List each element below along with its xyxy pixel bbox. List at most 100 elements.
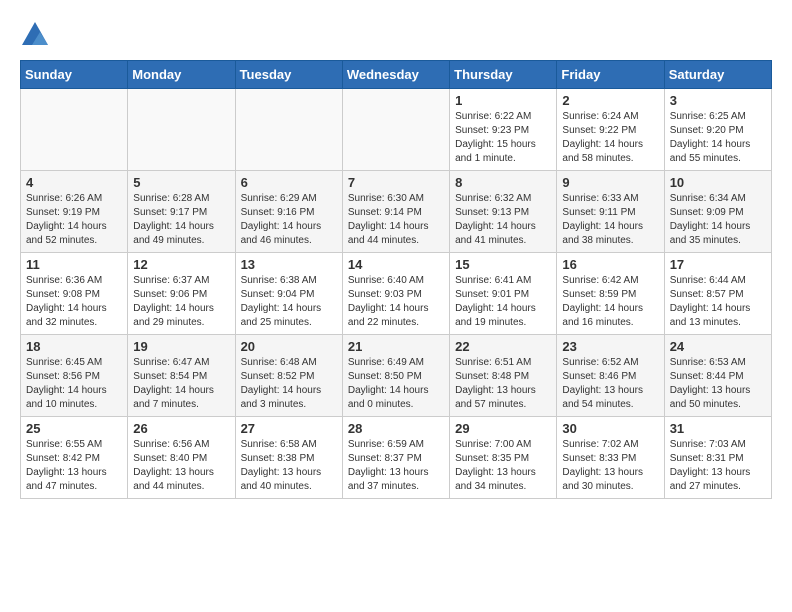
calendar-header: SundayMondayTuesdayWednesdayThursdayFrid…	[21, 61, 772, 89]
day-info: Sunrise: 6:52 AM Sunset: 8:46 PM Dayligh…	[562, 356, 658, 412]
day-number: 19	[133, 339, 229, 354]
logo-icon	[20, 20, 50, 50]
calendar-cell: 8 Sunrise: 6:32 AM Sunset: 9:13 PM Daylig…	[450, 171, 557, 253]
day-info: Sunrise: 6:37 AM Sunset: 9:06 PM Dayligh…	[133, 274, 229, 330]
day-info: Sunrise: 6:42 AM Sunset: 8:59 PM Dayligh…	[562, 274, 658, 330]
day-number: 18	[26, 339, 122, 354]
day-info: Sunrise: 6:34 AM Sunset: 9:09 PM Dayligh…	[670, 192, 766, 248]
calendar-cell: 20Sunrise: 6:48 AM Sunset: 8:52 PM Dayli…	[235, 335, 342, 417]
day-number: 27	[241, 421, 337, 436]
calendar-cell: 22 Sunrise: 6:51 AM Sunset: 8:48 PM Dayli…	[450, 335, 557, 417]
calendar-cell: 16Sunrise: 6:42 AM Sunset: 8:59 PM Dayli…	[557, 253, 664, 335]
day-info: Sunrise: 6:33 AM Sunset: 9:11 PM Dayligh…	[562, 192, 658, 248]
calendar-cell	[342, 89, 449, 171]
day-info: Sunrise: 6:51 AM Sunset: 8:48 PM Dayligh…	[455, 356, 551, 412]
weekday-header: Wednesday	[342, 61, 449, 89]
calendar-cell	[128, 89, 235, 171]
day-info: Sunrise: 7:00 AM Sunset: 8:35 PM Dayligh…	[455, 438, 551, 494]
calendar-cell	[235, 89, 342, 171]
day-info: Sunrise: 6:26 AM Sunset: 9:19 PM Dayligh…	[26, 192, 122, 248]
calendar-cell: 9 Sunrise: 6:33 AM Sunset: 9:11 PM Daylig…	[557, 171, 664, 253]
calendar-cell: 25Sunrise: 6:55 AM Sunset: 8:42 PM Dayli…	[21, 417, 128, 499]
day-number: 7	[348, 175, 444, 190]
day-info: Sunrise: 6:32 AM Sunset: 9:13 PM Dayligh…	[455, 192, 551, 248]
calendar-cell: 11 Sunrise: 6:36 AM Sunset: 9:08 PM Dayli…	[21, 253, 128, 335]
day-info: Sunrise: 6:56 AM Sunset: 8:40 PM Dayligh…	[133, 438, 229, 494]
day-number: 17	[670, 257, 766, 272]
day-number: 22	[455, 339, 551, 354]
day-number: 10	[670, 175, 766, 190]
day-info: Sunrise: 6:53 AM Sunset: 8:44 PM Dayligh…	[670, 356, 766, 412]
day-number: 15	[455, 257, 551, 272]
calendar-cell: 18 Sunrise: 6:45 AM Sunset: 8:56 PM Dayli…	[21, 335, 128, 417]
calendar-cell: 12 Sunrise: 6:37 AM Sunset: 9:06 PM Dayli…	[128, 253, 235, 335]
calendar-cell: 19 Sunrise: 6:47 AM Sunset: 8:54 PM Dayli…	[128, 335, 235, 417]
day-number: 20	[241, 339, 337, 354]
calendar-cell: 7 Sunrise: 6:30 AM Sunset: 9:14 PM Daylig…	[342, 171, 449, 253]
calendar-cell: 14 Sunrise: 6:40 AM Sunset: 9:03 PM Dayli…	[342, 253, 449, 335]
day-info: Sunrise: 6:40 AM Sunset: 9:03 PM Dayligh…	[348, 274, 444, 330]
calendar-cell: 30Sunrise: 7:02 AM Sunset: 8:33 PM Dayli…	[557, 417, 664, 499]
calendar-week-row: 11 Sunrise: 6:36 AM Sunset: 9:08 PM Dayli…	[21, 253, 772, 335]
calendar-cell: 31 Sunrise: 7:03 AM Sunset: 8:31 PM Dayli…	[664, 417, 771, 499]
day-info: Sunrise: 6:59 AM Sunset: 8:37 PM Dayligh…	[348, 438, 444, 494]
day-number: 6	[241, 175, 337, 190]
day-info: Sunrise: 6:24 AM Sunset: 9:22 PM Dayligh…	[562, 110, 658, 166]
calendar-cell: 13 Sunrise: 6:38 AM Sunset: 9:04 PM Dayli…	[235, 253, 342, 335]
day-number: 24	[670, 339, 766, 354]
day-info: Sunrise: 6:28 AM Sunset: 9:17 PM Dayligh…	[133, 192, 229, 248]
day-info: Sunrise: 6:25 AM Sunset: 9:20 PM Dayligh…	[670, 110, 766, 166]
calendar-cell: 24 Sunrise: 6:53 AM Sunset: 8:44 PM Dayli…	[664, 335, 771, 417]
weekday-header: Monday	[128, 61, 235, 89]
weekday-header: Sunday	[21, 61, 128, 89]
page-header	[20, 20, 772, 50]
day-number: 29	[455, 421, 551, 436]
calendar-cell: 1Sunrise: 6:22 AM Sunset: 9:23 PM Daylig…	[450, 89, 557, 171]
day-info: Sunrise: 6:41 AM Sunset: 9:01 PM Dayligh…	[455, 274, 551, 330]
weekday-header: Tuesday	[235, 61, 342, 89]
calendar-week-row: 1Sunrise: 6:22 AM Sunset: 9:23 PM Daylig…	[21, 89, 772, 171]
calendar-cell: 27 Sunrise: 6:58 AM Sunset: 8:38 PM Dayli…	[235, 417, 342, 499]
day-info: Sunrise: 6:38 AM Sunset: 9:04 PM Dayligh…	[241, 274, 337, 330]
calendar-cell: 5 Sunrise: 6:28 AM Sunset: 9:17 PM Daylig…	[128, 171, 235, 253]
day-info: Sunrise: 6:36 AM Sunset: 9:08 PM Dayligh…	[26, 274, 122, 330]
day-number: 26	[133, 421, 229, 436]
calendar-cell: 15 Sunrise: 6:41 AM Sunset: 9:01 PM Dayli…	[450, 253, 557, 335]
day-number: 5	[133, 175, 229, 190]
day-number: 25	[26, 421, 122, 436]
day-info: Sunrise: 6:47 AM Sunset: 8:54 PM Dayligh…	[133, 356, 229, 412]
calendar-cell: 29 Sunrise: 7:00 AM Sunset: 8:35 PM Dayli…	[450, 417, 557, 499]
day-number: 1	[455, 93, 551, 108]
calendar-cell: 3 Sunrise: 6:25 AM Sunset: 9:20 PM Daylig…	[664, 89, 771, 171]
weekday-header: Thursday	[450, 61, 557, 89]
day-number: 28	[348, 421, 444, 436]
day-info: Sunrise: 6:58 AM Sunset: 8:38 PM Dayligh…	[241, 438, 337, 494]
calendar-cell: 17 Sunrise: 6:44 AM Sunset: 8:57 PM Dayli…	[664, 253, 771, 335]
header-row: SundayMondayTuesdayWednesdayThursdayFrid…	[21, 61, 772, 89]
day-info: Sunrise: 6:44 AM Sunset: 8:57 PM Dayligh…	[670, 274, 766, 330]
calendar-cell: 21 Sunrise: 6:49 AM Sunset: 8:50 PM Dayli…	[342, 335, 449, 417]
calendar-cell	[21, 89, 128, 171]
calendar-cell: 26 Sunrise: 6:56 AM Sunset: 8:40 PM Dayli…	[128, 417, 235, 499]
day-number: 31	[670, 421, 766, 436]
day-info: Sunrise: 7:03 AM Sunset: 8:31 PM Dayligh…	[670, 438, 766, 494]
day-number: 3	[670, 93, 766, 108]
day-number: 11	[26, 257, 122, 272]
day-number: 12	[133, 257, 229, 272]
day-number: 4	[26, 175, 122, 190]
day-number: 8	[455, 175, 551, 190]
calendar-body: 1Sunrise: 6:22 AM Sunset: 9:23 PM Daylig…	[21, 89, 772, 499]
calendar-week-row: 4 Sunrise: 6:26 AM Sunset: 9:19 PM Daylig…	[21, 171, 772, 253]
day-number: 14	[348, 257, 444, 272]
calendar-cell: 28 Sunrise: 6:59 AM Sunset: 8:37 PM Dayli…	[342, 417, 449, 499]
calendar-cell: 23Sunrise: 6:52 AM Sunset: 8:46 PM Dayli…	[557, 335, 664, 417]
day-number: 13	[241, 257, 337, 272]
day-info: Sunrise: 6:30 AM Sunset: 9:14 PM Dayligh…	[348, 192, 444, 248]
day-number: 2	[562, 93, 658, 108]
calendar-table: SundayMondayTuesdayWednesdayThursdayFrid…	[20, 60, 772, 499]
day-info: Sunrise: 6:45 AM Sunset: 8:56 PM Dayligh…	[26, 356, 122, 412]
day-info: Sunrise: 6:49 AM Sunset: 8:50 PM Dayligh…	[348, 356, 444, 412]
day-number: 21	[348, 339, 444, 354]
day-number: 9	[562, 175, 658, 190]
weekday-header: Saturday	[664, 61, 771, 89]
